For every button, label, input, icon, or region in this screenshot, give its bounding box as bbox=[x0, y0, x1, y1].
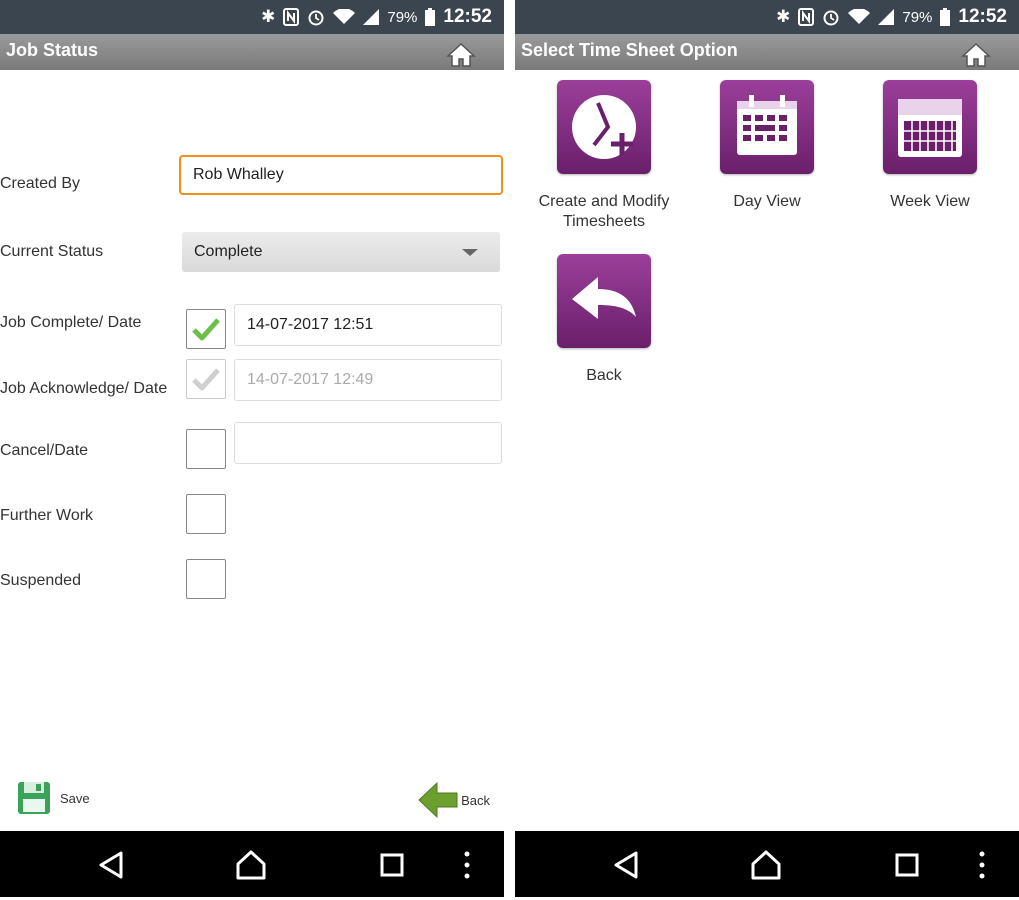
nfc-icon bbox=[283, 8, 300, 26]
job-acknowledge-label: Job Acknowledge/ Date bbox=[0, 380, 168, 397]
floppy-disk-icon bbox=[18, 782, 50, 814]
overflow-menu-icon[interactable] bbox=[459, 848, 475, 882]
home-icon[interactable] bbox=[446, 42, 476, 68]
day-view-tile[interactable]: Day View bbox=[692, 80, 842, 212]
battery-icon bbox=[940, 8, 951, 26]
back-curved-arrow-icon bbox=[557, 254, 651, 348]
back-tile[interactable]: Back bbox=[529, 254, 679, 386]
back-arrow-icon bbox=[418, 781, 458, 819]
further-work-label: Further Work bbox=[0, 507, 94, 524]
android-nav-bar bbox=[0, 831, 504, 897]
status-bar: ✱ 79% 12:52 bbox=[515, 0, 1019, 34]
job-acknowledge-checkbox[interactable] bbox=[186, 359, 226, 399]
job-complete-checkbox[interactable] bbox=[186, 309, 226, 349]
current-status-value: Complete bbox=[194, 243, 263, 260]
signal-icon bbox=[878, 9, 895, 25]
wifi-icon bbox=[333, 9, 356, 25]
cancel-date-input[interactable] bbox=[234, 422, 502, 464]
current-status-label: Current Status bbox=[0, 243, 104, 260]
battery-icon bbox=[425, 8, 436, 26]
android-nav-bar bbox=[515, 831, 1019, 897]
alarm-icon bbox=[307, 8, 325, 26]
back-label: Back bbox=[461, 792, 490, 808]
back-button[interactable]: Back bbox=[417, 780, 490, 820]
created-by-input[interactable]: Rob Whalley bbox=[179, 155, 503, 195]
create-modify-timesheets-tile[interactable]: Create and Modify Timesheets bbox=[529, 80, 679, 232]
battery-percent: 79% bbox=[902, 8, 933, 26]
nav-recents-icon[interactable] bbox=[890, 848, 924, 882]
job-acknowledge-date-input[interactable]: 14-07-2017 12:49 bbox=[234, 359, 502, 401]
clock-plus-icon bbox=[557, 80, 651, 174]
create-modify-timesheets-label: Create and Modify Timesheets bbox=[538, 193, 670, 230]
calendar-day-icon bbox=[720, 80, 814, 174]
nav-back-icon[interactable] bbox=[610, 848, 644, 882]
suspended-label: Suspended bbox=[0, 572, 81, 589]
status-bar: ✱ 79% 12:52 bbox=[0, 0, 504, 34]
overflow-menu-icon[interactable] bbox=[974, 848, 990, 882]
wifi-icon bbox=[848, 9, 871, 25]
save-label: Save bbox=[60, 790, 90, 806]
suspended-checkbox[interactable] bbox=[186, 559, 226, 599]
cancel-checkbox[interactable] bbox=[186, 429, 226, 469]
dropdown-caret-icon bbox=[462, 249, 478, 256]
day-view-label: Day View bbox=[733, 193, 801, 210]
save-button[interactable]: Save bbox=[16, 780, 90, 816]
clock: 12:52 bbox=[958, 6, 1007, 27]
title-bar: Select Time Sheet Option bbox=[515, 34, 1019, 70]
nav-recents-icon[interactable] bbox=[375, 848, 409, 882]
job-status-screen: ✱ 79% 12:52 Job Status Created By Rob Wh… bbox=[0, 0, 504, 900]
further-work-checkbox[interactable] bbox=[186, 494, 226, 534]
current-status-select[interactable]: Complete bbox=[182, 232, 500, 272]
calendar-week-icon bbox=[883, 80, 977, 174]
week-view-label: Week View bbox=[890, 193, 970, 210]
week-view-tile[interactable]: Week View bbox=[855, 80, 1005, 212]
back-label: Back bbox=[586, 367, 622, 384]
nav-back-icon[interactable] bbox=[95, 848, 129, 882]
battery-percent: 79% bbox=[387, 8, 418, 26]
bluetooth-icon: ✱ bbox=[261, 7, 276, 26]
checkmark-icon bbox=[192, 318, 220, 341]
nav-home-icon[interactable] bbox=[234, 848, 268, 882]
signal-icon bbox=[363, 9, 380, 25]
created-by-label: Created By bbox=[0, 175, 81, 192]
page-title: Job Status bbox=[6, 40, 99, 60]
title-bar: Job Status bbox=[0, 34, 504, 70]
nav-home-icon[interactable] bbox=[749, 848, 783, 882]
page-title: Select Time Sheet Option bbox=[521, 40, 738, 60]
action-bar: Save Back bbox=[0, 772, 504, 830]
home-icon[interactable] bbox=[961, 42, 991, 68]
bluetooth-icon: ✱ bbox=[776, 7, 791, 26]
cancel-date-label: Cancel/Date bbox=[0, 442, 89, 459]
nfc-icon bbox=[798, 8, 815, 26]
checkmark-icon bbox=[192, 368, 220, 391]
clock: 12:52 bbox=[443, 6, 492, 27]
time-sheet-screen: ✱ 79% 12:52 Select Time Sheet Option Cre… bbox=[515, 0, 1019, 900]
job-complete-date-input[interactable]: 14-07-2017 12:51 bbox=[234, 304, 502, 346]
alarm-icon bbox=[822, 8, 840, 26]
job-complete-label: Job Complete/ Date bbox=[0, 314, 142, 331]
